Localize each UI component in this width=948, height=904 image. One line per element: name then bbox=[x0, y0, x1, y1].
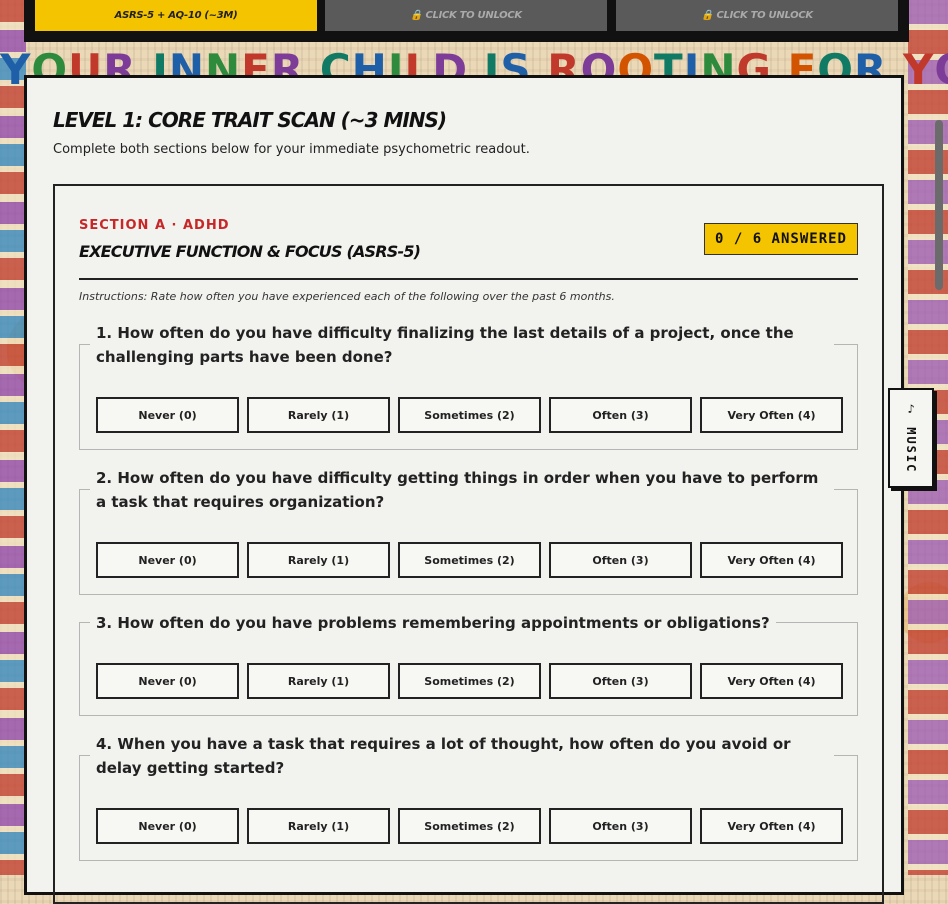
answered-count-badge: 0 / 6 ANSWERED bbox=[704, 223, 858, 255]
section-title: EXECUTIVE FUNCTION & FOCUS (ASRS-5) bbox=[79, 242, 421, 261]
option-rarely[interactable]: Rarely (1) bbox=[247, 542, 390, 578]
option-often[interactable]: Often (3) bbox=[549, 808, 692, 844]
option-often[interactable]: Often (3) bbox=[549, 542, 692, 578]
collage-edge-left bbox=[0, 0, 26, 875]
level-title: LEVEL 1: CORE TRAIT SCAN (~3 MINS) bbox=[53, 108, 447, 132]
question-text: 4. When you have a task that requires a … bbox=[90, 732, 834, 780]
answer-options: Never (0) Rarely (1) Sometimes (2) Often… bbox=[96, 542, 843, 578]
section-divider bbox=[79, 278, 858, 280]
option-never[interactable]: Never (0) bbox=[96, 397, 239, 433]
page-scrollbar[interactable] bbox=[935, 120, 943, 290]
option-rarely[interactable]: Rarely (1) bbox=[247, 808, 390, 844]
answer-options: Never (0) Rarely (1) Sometimes (2) Often… bbox=[96, 663, 843, 699]
option-never[interactable]: Never (0) bbox=[96, 542, 239, 578]
option-sometimes[interactable]: Sometimes (2) bbox=[398, 397, 541, 433]
banner-letter: Y bbox=[902, 45, 935, 90]
music-toggle-button[interactable]: ♪ MUSIC bbox=[888, 388, 934, 488]
option-often[interactable]: Often (3) bbox=[549, 663, 692, 699]
option-very-often[interactable]: Very Often (4) bbox=[700, 397, 843, 433]
banner-letter: O bbox=[934, 42, 948, 90]
section-adhd: SECTION A · ADHD EXECUTIVE FUNCTION & FO… bbox=[53, 184, 884, 904]
level-subtitle: Complete both sections below for your im… bbox=[53, 142, 530, 157]
music-label: ♪ MUSIC bbox=[904, 402, 918, 474]
tab-level-1[interactable]: ASRS-5 + AQ-10 (~3M) bbox=[35, 0, 317, 31]
level-tabs: ASRS-5 + AQ-10 (~3M) 🔒 CLICK TO UNLOCK 🔒… bbox=[24, 0, 909, 42]
question-text: 2. How often do you have difficulty gett… bbox=[90, 466, 834, 514]
option-often[interactable]: Often (3) bbox=[549, 397, 692, 433]
question-text: 3. How often do you have problems rememb… bbox=[90, 611, 776, 635]
question-2: 2. How often do you have difficulty gett… bbox=[79, 466, 858, 595]
option-sometimes[interactable]: Sometimes (2) bbox=[398, 542, 541, 578]
option-never[interactable]: Never (0) bbox=[96, 663, 239, 699]
tab-level-2-locked[interactable]: 🔒 CLICK TO UNLOCK bbox=[325, 0, 607, 31]
question-1: 1. How often do you have difficulty fina… bbox=[79, 321, 858, 450]
option-very-often[interactable]: Very Often (4) bbox=[700, 808, 843, 844]
option-rarely[interactable]: Rarely (1) bbox=[247, 397, 390, 433]
question-4: 4. When you have a task that requires a … bbox=[79, 732, 858, 861]
question-text: 1. How often do you have difficulty fina… bbox=[90, 321, 834, 369]
answer-options: Never (0) Rarely (1) Sometimes (2) Often… bbox=[96, 397, 843, 433]
question-3: 3. How often do you have problems rememb… bbox=[79, 611, 858, 716]
answer-options: Never (0) Rarely (1) Sometimes (2) Often… bbox=[96, 808, 843, 844]
level-card: LEVEL 1: CORE TRAIT SCAN (~3 MINS) Compl… bbox=[24, 75, 904, 904]
section-kicker: SECTION A · ADHD bbox=[79, 218, 230, 233]
tab-level-3-locked[interactable]: 🔒 CLICK TO UNLOCK bbox=[616, 0, 898, 31]
option-sometimes[interactable]: Sometimes (2) bbox=[398, 663, 541, 699]
section-instructions: Instructions: Rate how often you have ex… bbox=[79, 290, 615, 303]
option-very-often[interactable]: Very Often (4) bbox=[700, 663, 843, 699]
option-very-often[interactable]: Very Often (4) bbox=[700, 542, 843, 578]
option-rarely[interactable]: Rarely (1) bbox=[247, 663, 390, 699]
option-never[interactable]: Never (0) bbox=[96, 808, 239, 844]
option-sometimes[interactable]: Sometimes (2) bbox=[398, 808, 541, 844]
